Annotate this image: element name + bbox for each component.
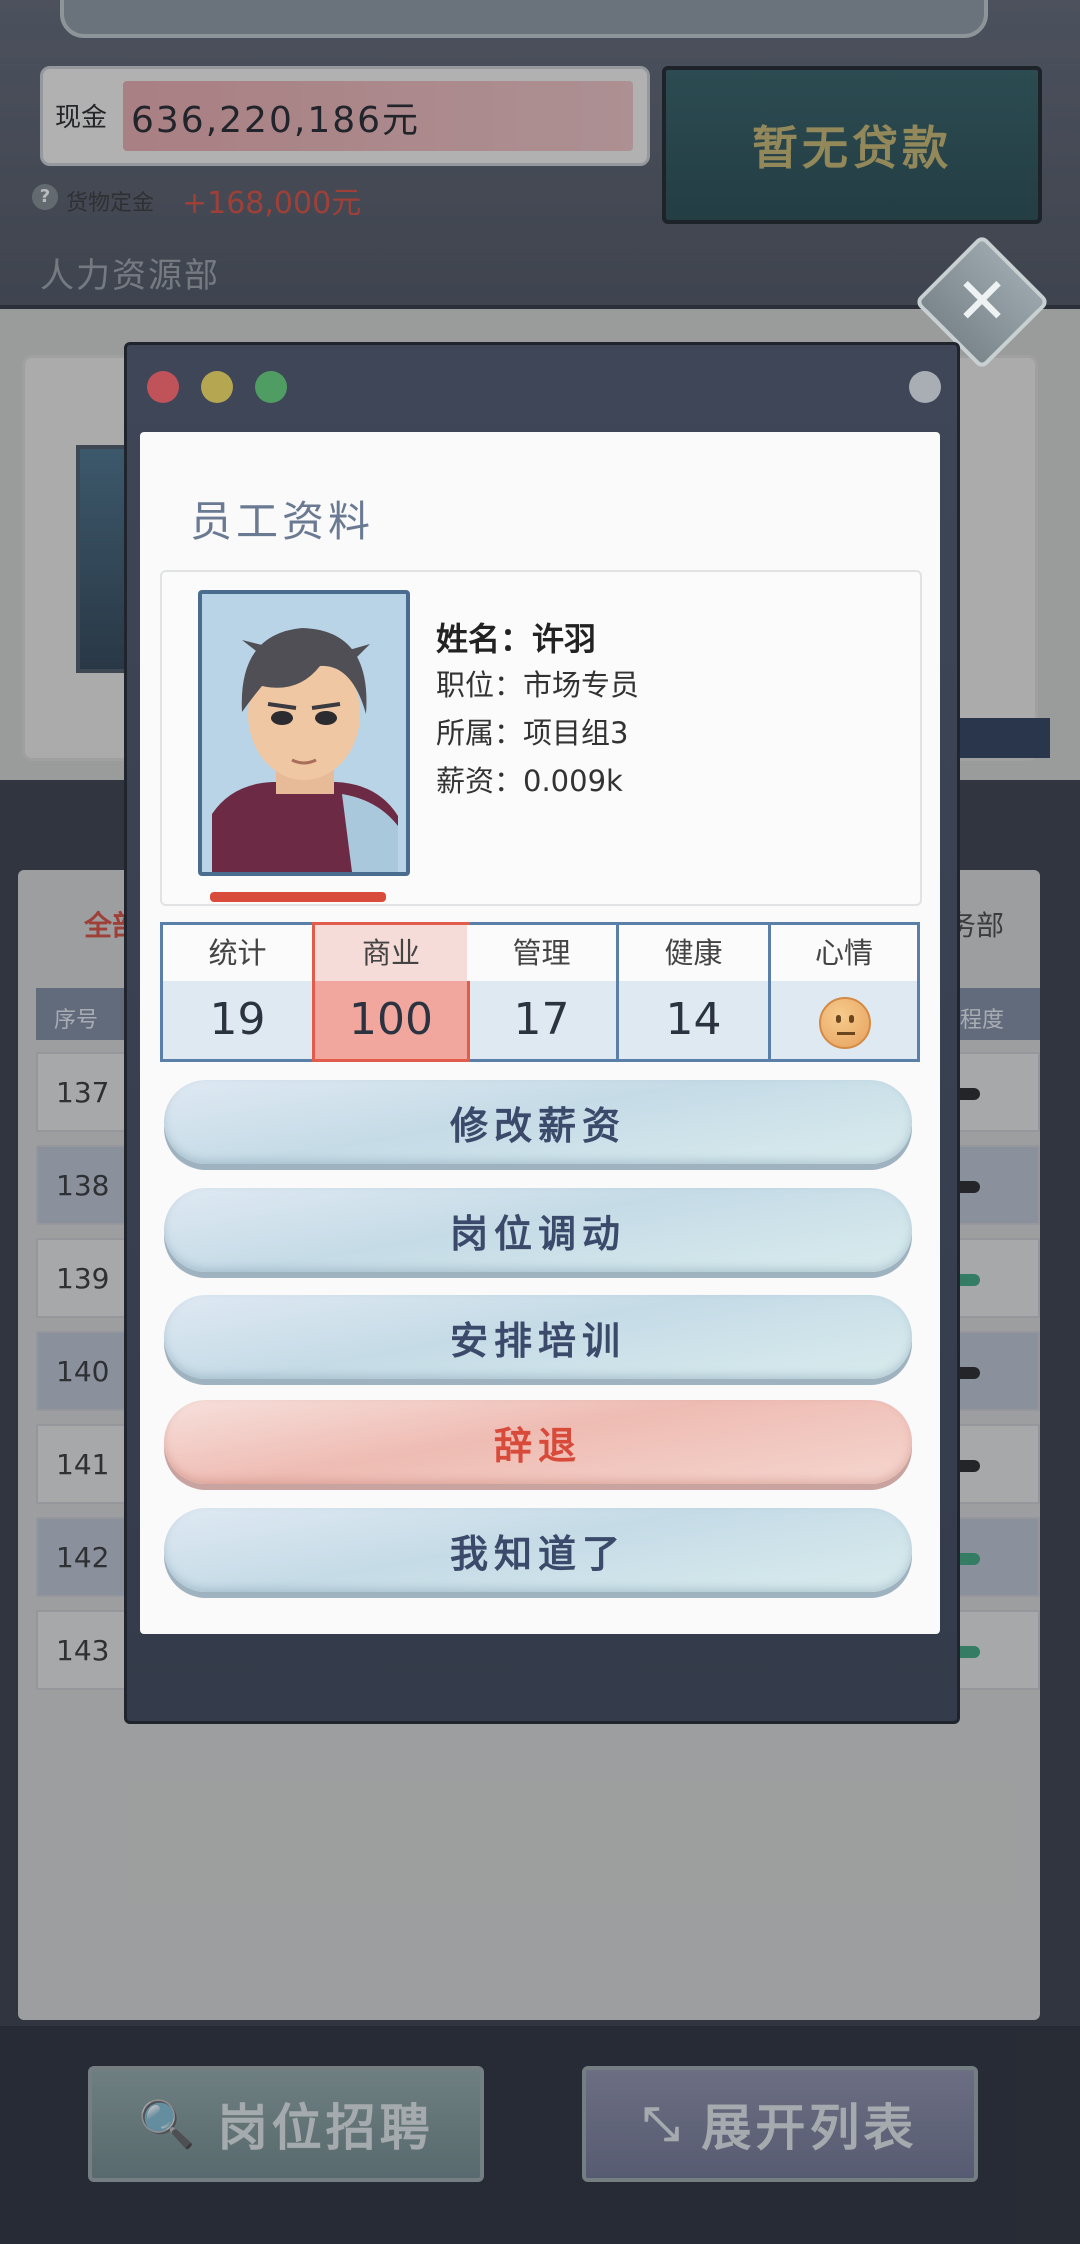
stat-value: 14 [665,994,722,1045]
stat-label: 心情 [771,925,917,981]
employee-avatar [198,590,410,876]
employee-position: 职位：市场专员 [436,668,640,702]
window-dot-grey [909,371,941,403]
stats-table: 统计 19 商业 100 管理 17 健康 14 心情 [160,922,920,1062]
stat-label: 管理 [467,925,616,981]
change-salary-button[interactable]: 修改薪资 [164,1080,912,1164]
modal-title: 员工资料 [190,497,375,546]
stat-label: 统计 [163,925,312,981]
dismiss-button[interactable]: 辞退 [164,1400,912,1484]
employee-group: 所属：项目组3 [436,716,629,750]
stat-value: 19 [209,994,266,1045]
stat-management: 管理 17 [467,925,619,1059]
stat-label: 商业 [315,925,467,981]
window-dot-green [255,371,287,403]
stat-business: 商业 100 [312,922,470,1062]
avatar-status-bar [210,892,386,902]
window-dot-yellow [201,371,233,403]
acknowledge-button[interactable]: 我知道了 [164,1508,912,1592]
stat-statistics: 统计 19 [163,925,315,1059]
transfer-button[interactable]: 岗位调动 [164,1188,912,1272]
window-dot-red [147,371,179,403]
stat-health: 健康 14 [619,925,771,1059]
close-icon[interactable]: ✕ [934,254,1030,350]
employee-name: 姓名：许羽 [436,620,597,658]
neutral-face-icon [819,997,871,1049]
stat-value: 100 [315,981,467,1059]
stat-value: 17 [513,994,570,1045]
stat-label: 健康 [619,925,768,981]
employee-salary: 薪资：0.009k [436,764,623,798]
stat-mood: 心情 [771,925,917,1059]
training-button[interactable]: 安排培训 [164,1295,912,1379]
